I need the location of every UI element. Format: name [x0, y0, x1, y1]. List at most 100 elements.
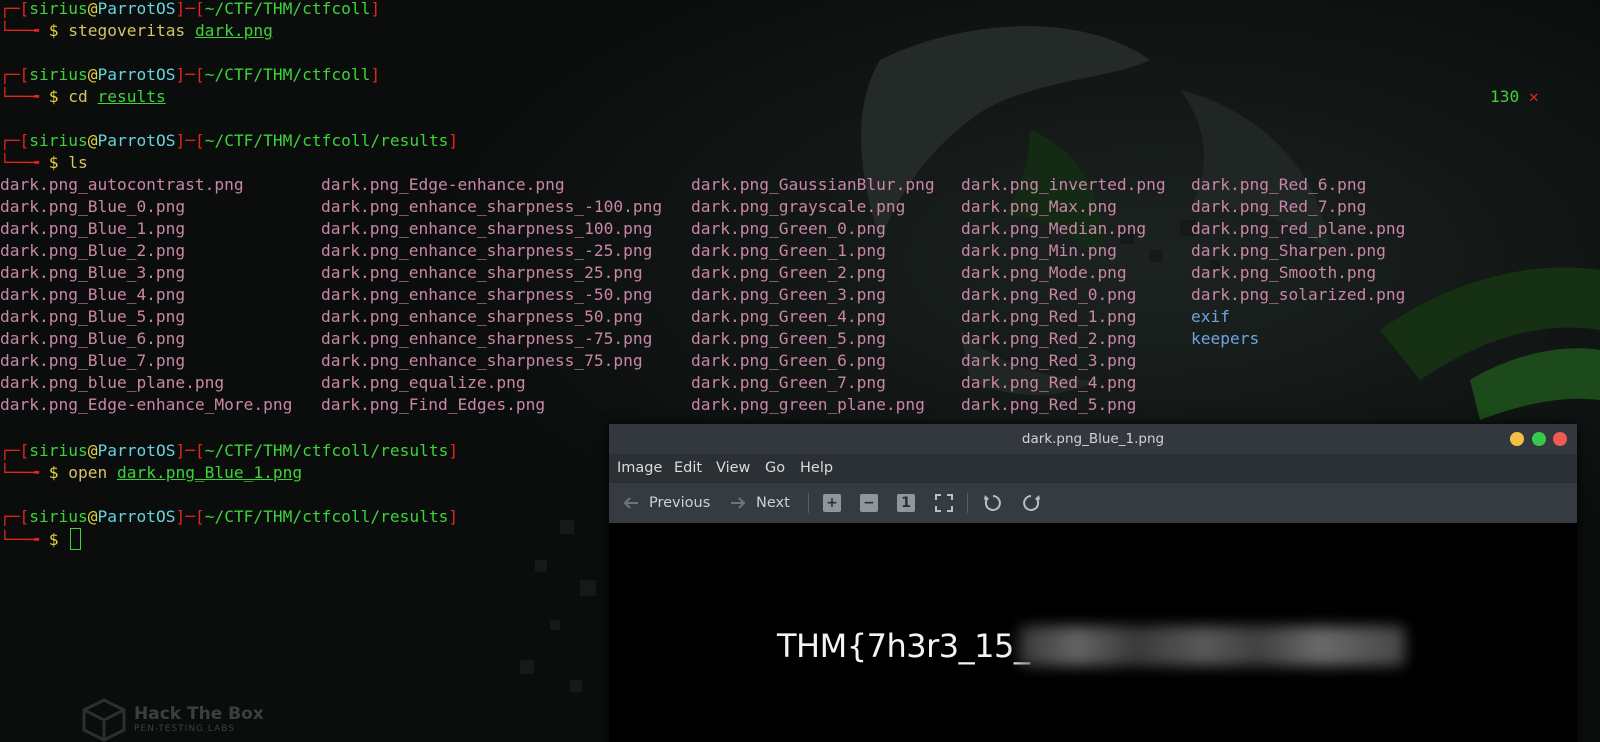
command-name: cd — [68, 87, 88, 106]
file-entry: dark.png_Green_6.png — [691, 351, 886, 370]
file-entry: dark.png_GaussianBlur.png — [691, 175, 935, 194]
file-entry: dark.png_Red_2.png — [961, 329, 1137, 348]
file-entry: dark.png_enhance_sharpness_25.png — [321, 263, 643, 282]
command-line: └──╼ $ ls — [0, 153, 88, 172]
viewer-titlebar[interactable]: dark.png_Blue_1.png — [609, 424, 1577, 454]
menu-go[interactable]: Go — [765, 454, 785, 482]
prompt-host: ParrotOS — [97, 65, 176, 84]
file-entry: dark.png_Red_1.png — [961, 307, 1137, 326]
file-entry: dark.png_Smooth.png — [1191, 263, 1377, 282]
command-argument: dark.png — [194, 21, 273, 40]
directory-entry: keepers — [1191, 329, 1260, 348]
file-entry: dark.png_blue_plane.png — [0, 373, 225, 392]
previous-arrow-icon — [623, 497, 638, 509]
prompt-header: ┌─[sirius@ParrotOS]─[~/CTF/THM/ctfcoll] — [0, 65, 381, 84]
file-entry: dark.png_Min.png — [961, 241, 1117, 260]
file-entry: dark.png_Sharpen.png — [1191, 241, 1386, 260]
window-maximize-icon[interactable] — [1532, 432, 1546, 446]
viewer-toolbar: Previous Next + − 1 — [609, 482, 1577, 524]
redacted-region — [1019, 626, 1405, 666]
prompt-host: ParrotOS — [97, 131, 176, 150]
prompt-path: ~/CTF/THM/ctfcoll — [204, 0, 371, 18]
command-name: ls — [68, 153, 88, 172]
prompt-header: ┌─[sirius@ParrotOS]─[~/CTF/THM/ctfcoll/r… — [0, 441, 459, 460]
command-line[interactable]: └──╼ $ — [0, 528, 82, 550]
command-line: └──╼ $ open dark.png_Blue_1.png — [0, 463, 303, 482]
exit-status: 130 ✕ — [1490, 86, 1539, 108]
viewer-title: dark.png_Blue_1.png — [1021, 431, 1165, 447]
file-entry: dark.png_Blue_1.png — [0, 219, 186, 238]
actual-size-icon: 1 — [897, 494, 915, 512]
file-entry: dark.png_Red_7.png — [1191, 197, 1367, 216]
file-entry: dark.png_enhance_sharpness_75.png — [321, 351, 643, 370]
prompt-host: ParrotOS — [97, 507, 176, 526]
image-canvas[interactable]: THM{7h3r3_15_ — [609, 523, 1577, 742]
file-entry: dark.png_enhance_sharpness_100.png — [321, 219, 653, 238]
zoom-in-button[interactable]: + — [823, 483, 841, 523]
file-entry: dark.png_Green_1.png — [691, 241, 886, 260]
file-entry: dark.png_enhance_sharpness_-25.png — [321, 241, 653, 260]
file-entry: dark.png_Median.png — [961, 219, 1147, 238]
prompt-user: sirius — [29, 0, 88, 18]
viewer-menubar: Image Edit View Go Help — [609, 454, 1577, 482]
prompt-user: sirius — [29, 131, 88, 150]
prompt-user: sirius — [29, 65, 88, 84]
menu-edit[interactable]: Edit — [674, 454, 702, 482]
file-entry: dark.png_grayscale.png — [691, 197, 906, 216]
menu-view[interactable]: View — [716, 454, 750, 482]
window-minimize-icon[interactable] — [1510, 432, 1524, 446]
file-entry: dark.png_Max.png — [961, 197, 1117, 216]
rotate-left-icon — [984, 495, 1001, 511]
file-entry: dark.png_Blue_6.png — [0, 329, 186, 348]
toolbar-separator — [967, 493, 968, 513]
prompt-path: ~/CTF/THM/ctfcoll/results — [204, 441, 449, 460]
file-entry: dark.png_enhance_sharpness_50.png — [321, 307, 643, 326]
fullscreen-icon — [935, 494, 953, 512]
file-entry: dark.png_enhance_sharpness_-100.png — [321, 197, 663, 216]
next-arrow-icon — [731, 497, 746, 509]
prompt-header: ┌─[sirius@ParrotOS]─[~/CTF/THM/ctfcoll/r… — [0, 507, 459, 526]
prompt-dollar: $ — [48, 87, 59, 106]
directory-entry: exif — [1191, 307, 1230, 326]
file-entry: dark.png_Blue_0.png — [0, 197, 186, 216]
rotate-left-button[interactable] — [982, 483, 1004, 523]
prompt-dollar: $ — [48, 21, 59, 40]
file-entry: dark.png_enhance_sharpness_-50.png — [321, 285, 653, 304]
file-entry: dark.png_red_plane.png — [1191, 219, 1406, 238]
menu-image[interactable]: Image — [617, 454, 662, 482]
rotate-right-button[interactable] — [1020, 483, 1042, 523]
prompt-path: ~/CTF/THM/ctfcoll/results — [204, 131, 449, 150]
command-argument: results — [97, 87, 166, 106]
prompt-dollar: $ — [48, 530, 59, 549]
file-entry: dark.png_Find_Edges.png — [321, 395, 546, 414]
file-entry: dark.png_Mode.png — [961, 263, 1127, 282]
file-entry: dark.png_Green_4.png — [691, 307, 886, 326]
zoom-out-icon: − — [860, 494, 878, 512]
next-button[interactable]: Next — [728, 483, 790, 523]
prompt-header: ┌─[sirius@ParrotOS]─[~/CTF/THM/ctfcoll] — [0, 0, 381, 18]
actual-size-button[interactable]: 1 — [897, 483, 915, 523]
next-label: Next — [756, 495, 790, 511]
menu-help[interactable]: Help — [800, 454, 833, 482]
file-entry: dark.png_enhance_sharpness_-75.png — [321, 329, 653, 348]
window-close-icon[interactable] — [1553, 432, 1567, 446]
previous-label: Previous — [649, 495, 711, 511]
rotate-right-icon — [1023, 495, 1040, 511]
prompt-dollar: $ — [48, 463, 59, 482]
zoom-out-button[interactable]: − — [860, 483, 878, 523]
prompt-user: sirius — [29, 507, 88, 526]
command-name: open — [68, 463, 108, 482]
prompt-header: ┌─[sirius@ParrotOS]─[~/CTF/THM/ctfcoll/r… — [0, 131, 459, 150]
exit-error-icon: ✕ — [1529, 87, 1539, 106]
file-entry: dark.png_Green_2.png — [691, 263, 886, 282]
image-flag-text: THM{7h3r3_15_ — [777, 627, 1030, 665]
command-name: stegoveritas — [68, 21, 186, 40]
fullscreen-button[interactable] — [934, 483, 954, 523]
terminal-cursor[interactable] — [70, 528, 82, 550]
image-viewer-window[interactable]: dark.png_Blue_1.png Image Edit View Go H… — [609, 424, 1577, 742]
previous-button[interactable]: Previous — [621, 483, 710, 523]
file-entry: dark.png_Red_4.png — [961, 373, 1137, 392]
prompt-user: sirius — [29, 441, 88, 460]
toolbar-separator — [808, 493, 809, 513]
exit-code: 130 — [1490, 87, 1520, 106]
